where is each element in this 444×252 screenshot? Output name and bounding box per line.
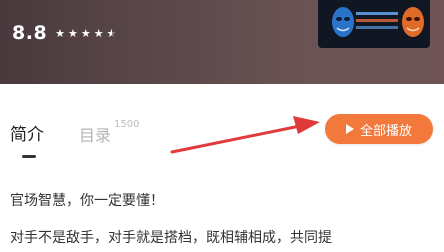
description-line-1: 官场智慧，你一定要懂！ — [10, 193, 164, 209]
description-line-2: 对手不是敌手，对手就是搭档，既相辅相成，共同提 — [10, 230, 332, 246]
annotation-arrow — [170, 116, 320, 154]
